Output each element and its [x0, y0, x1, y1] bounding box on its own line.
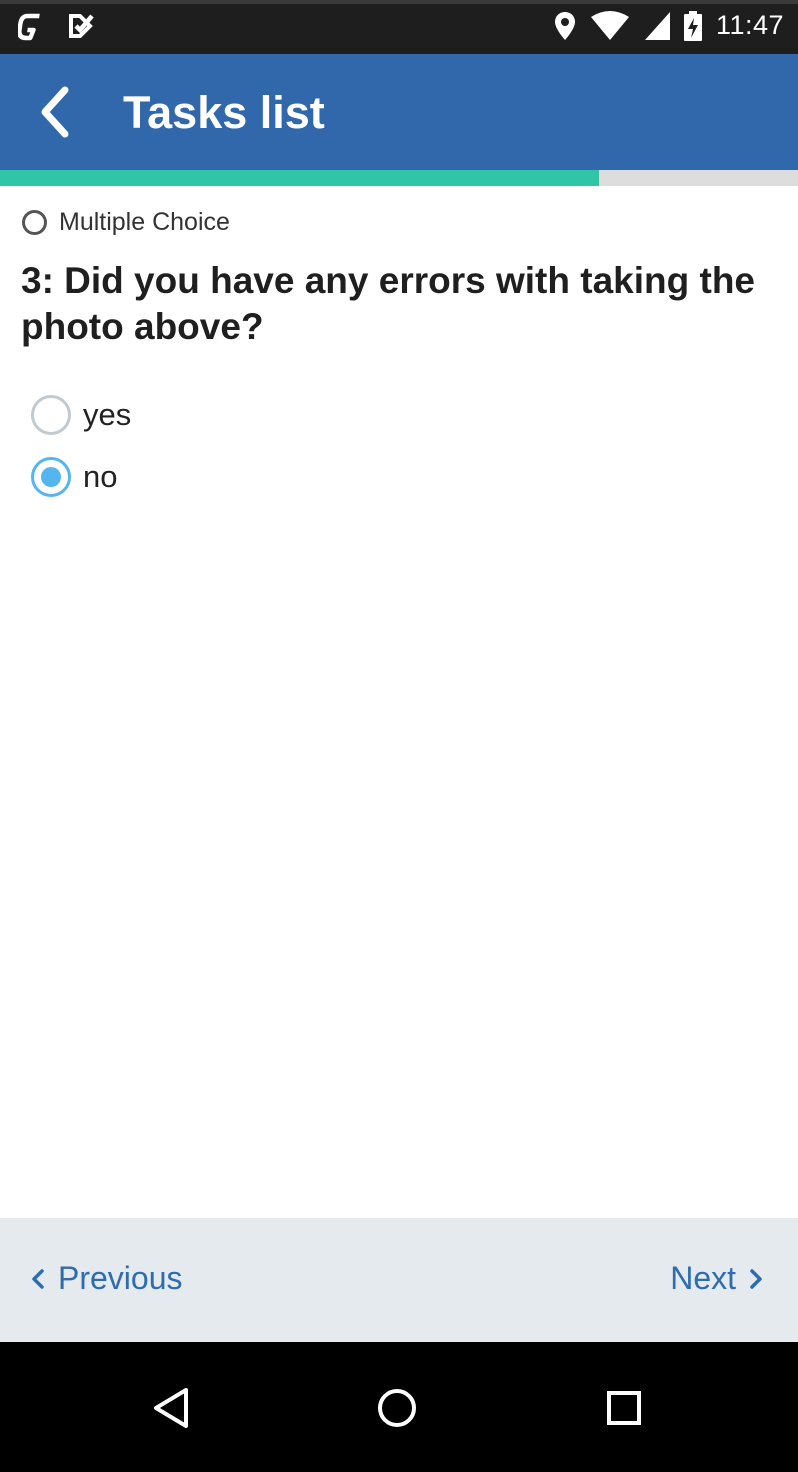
next-label: Next: [670, 1260, 736, 1296]
status-bar: 11:47: [0, 0, 798, 54]
wifi-icon: [590, 10, 629, 40]
back-triangle-icon: [154, 1388, 188, 1428]
chevron-right-icon: [750, 1268, 762, 1289]
check-notification-icon: [69, 14, 94, 38]
progress-fill: [0, 170, 599, 186]
app-bar: Tasks list: [0, 54, 798, 170]
recents-square-icon: [607, 1391, 641, 1425]
signal-icon: [644, 11, 670, 40]
chevron-left-icon: [32, 1268, 44, 1289]
g-notification-icon: [18, 13, 40, 41]
multiple-choice-icon: [22, 210, 47, 235]
status-time: 11:47: [715, 10, 784, 40]
status-right-icons: 11:47: [554, 10, 784, 41]
battery-charging-icon: [683, 10, 702, 41]
radio-button[interactable]: [31, 457, 71, 497]
next-button[interactable]: Next: [670, 1260, 764, 1297]
previous-button[interactable]: Previous: [30, 1260, 183, 1297]
home-circle-icon: [378, 1389, 416, 1427]
system-recents-button[interactable]: [600, 1384, 648, 1432]
question-text: 3: Did you have any errors with taking t…: [21, 260, 756, 347]
option-no[interactable]: no: [31, 446, 131, 508]
back-button[interactable]: [20, 74, 90, 150]
page-title: Tasks list: [123, 87, 325, 138]
location-icon: [554, 11, 575, 40]
option-yes[interactable]: yes: [31, 384, 131, 446]
option-label: yes: [83, 397, 132, 432]
radio-button[interactable]: [31, 395, 71, 435]
question-type-label: Multiple Choice: [59, 208, 230, 236]
system-nav-bar: [0, 1342, 798, 1472]
previous-label: Previous: [58, 1260, 183, 1296]
answer-options: yes no: [31, 384, 131, 508]
system-back-button[interactable]: [148, 1384, 196, 1432]
question-type: Multiple Choice: [22, 208, 230, 237]
system-home-button[interactable]: [373, 1384, 421, 1432]
question-navigation: Previous Next: [0, 1218, 798, 1342]
chevron-left-icon: [41, 86, 69, 138]
progress-bar: [0, 170, 798, 186]
status-left-icons: [18, 12, 98, 42]
option-label: no: [83, 459, 118, 494]
